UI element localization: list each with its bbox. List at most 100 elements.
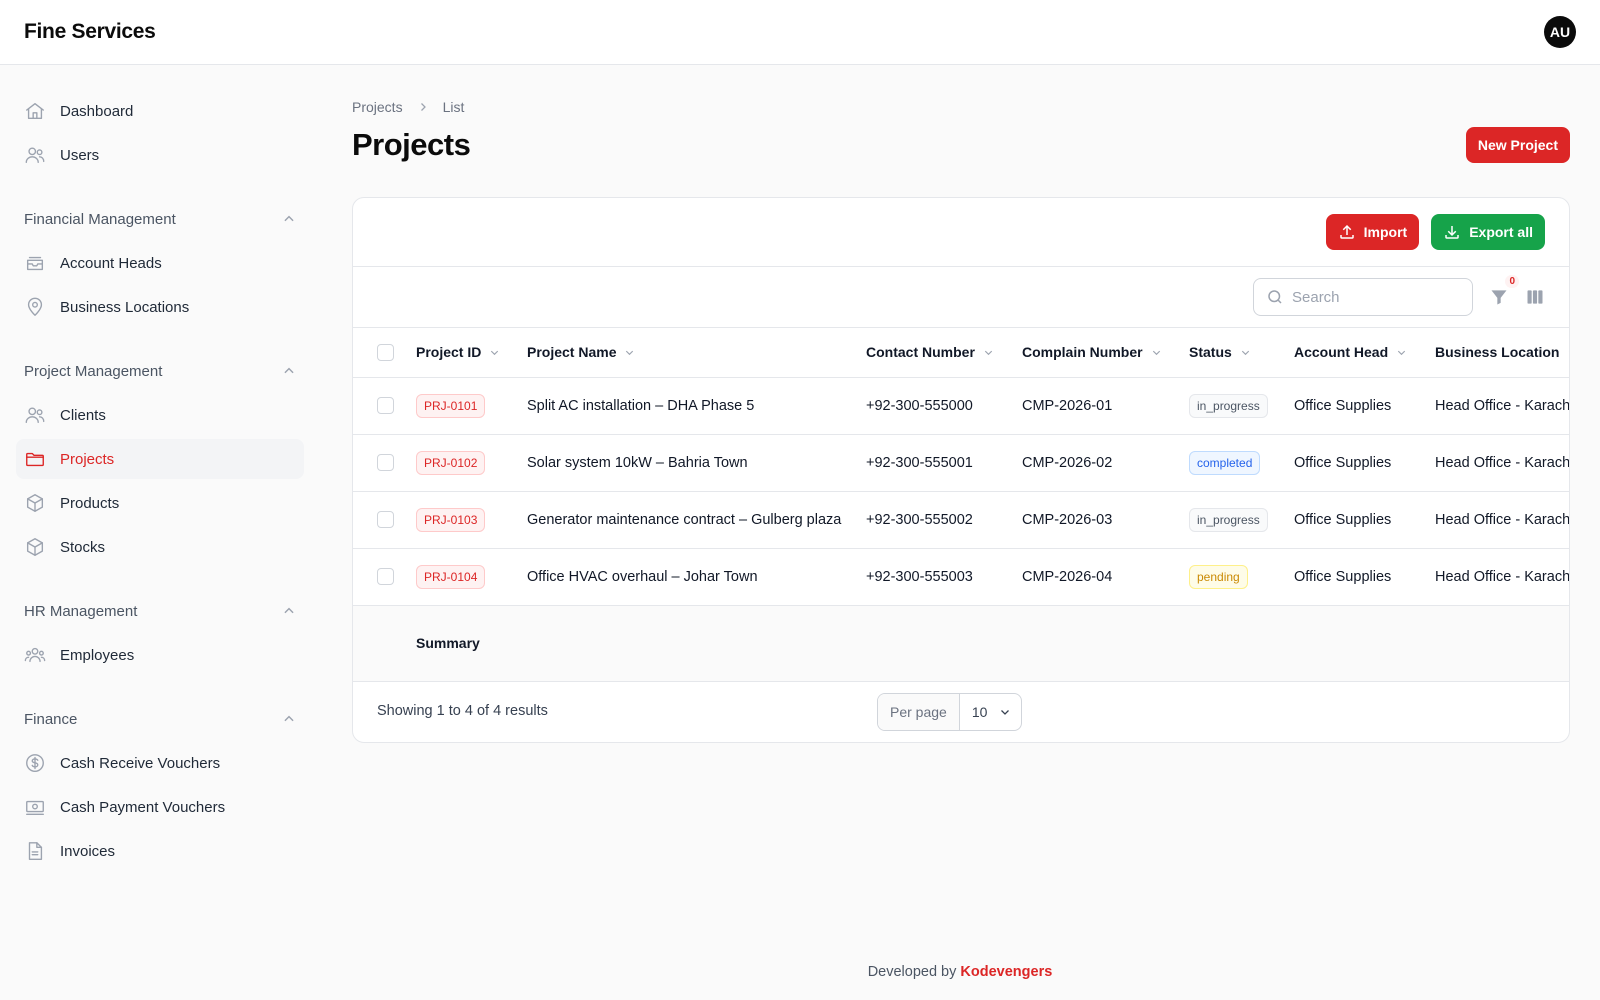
nav-icon-wrap bbox=[24, 644, 46, 666]
import-button[interactable]: Import bbox=[1325, 214, 1420, 250]
sidebar-item-products[interactable]: Products bbox=[16, 483, 304, 523]
sidebar-item-invoices[interactable]: Invoices bbox=[16, 831, 304, 871]
sidebar-group-label: HR Management bbox=[24, 602, 138, 620]
sidebar-item-users[interactable]: Users bbox=[16, 135, 304, 175]
sidebar-item-label: Products bbox=[60, 494, 120, 512]
export-label: Export all bbox=[1469, 224, 1533, 240]
table-toolbar: 0 bbox=[353, 267, 1569, 328]
column-toggle-button[interactable] bbox=[1525, 287, 1545, 307]
row-checkbox[interactable] bbox=[377, 454, 394, 471]
cube-icon bbox=[26, 538, 44, 556]
row-checkbox[interactable] bbox=[377, 568, 394, 585]
column-header-account-head[interactable]: Account Head bbox=[1294, 328, 1435, 378]
nav-icon-wrap bbox=[24, 252, 46, 274]
project-id-badge: PRJ-0104 bbox=[416, 564, 486, 589]
table-row[interactable]: PRJ-0104 Office HVAC overhaul – Johar Tow… bbox=[353, 548, 1569, 606]
sidebar-item-cash-receive-vouchers[interactable]: Cash Receive Vouchers bbox=[16, 743, 304, 783]
upload-icon bbox=[1339, 224, 1354, 239]
sidebar-item-projects[interactable]: Projects bbox=[16, 439, 304, 479]
filter-button[interactable]: 0 bbox=[1489, 275, 1519, 307]
columns-icon bbox=[1527, 290, 1543, 304]
sidebar-item-clients[interactable]: Clients bbox=[16, 395, 304, 435]
contact-number-cell: +92-300-555001 bbox=[866, 434, 1022, 492]
main-content: Projects List Projects New Project Impor… bbox=[352, 65, 1570, 743]
complain-number-cell: CMP-2026-04 bbox=[1022, 548, 1189, 606]
sidebar-item-stocks[interactable]: Stocks bbox=[16, 527, 304, 567]
sidebar-item-cash-payment-vouchers[interactable]: Cash Payment Vouchers bbox=[16, 787, 304, 827]
breadcrumb-projects[interactable]: Projects bbox=[352, 99, 403, 115]
column-header-project-name[interactable]: Project Name bbox=[527, 328, 866, 378]
sidebar-item-employees[interactable]: Employees bbox=[16, 635, 304, 675]
card-header-actions: Import Export all bbox=[353, 198, 1569, 267]
sidebar-group-hr-management[interactable]: HR Management bbox=[16, 591, 304, 631]
breadcrumb-list: List bbox=[442, 99, 465, 115]
search-input[interactable] bbox=[1292, 288, 1452, 306]
banknotes-icon bbox=[26, 800, 44, 816]
status-badge: in_progress bbox=[1189, 393, 1268, 418]
column-header-label: Contact Number bbox=[866, 344, 975, 361]
column-header-label: Project Name bbox=[527, 344, 617, 361]
user-avatar[interactable]: AU bbox=[1544, 16, 1576, 48]
table-row[interactable]: PRJ-0102 Solar system 10kW – Bahria Town +… bbox=[353, 434, 1569, 492]
filter-icon bbox=[1491, 290, 1507, 305]
projects-table-card: Import Export all 0 bbox=[352, 197, 1570, 743]
footer-prefix: Developed by bbox=[867, 964, 961, 980]
sidebar-group-project-management[interactable]: Project Management bbox=[16, 351, 304, 391]
search-icon bbox=[1268, 290, 1282, 304]
row-checkbox[interactable] bbox=[377, 397, 394, 414]
sidebar-item-label: Stocks bbox=[60, 538, 106, 556]
sidebar-group-finance[interactable]: Finance bbox=[16, 699, 304, 739]
business-location-cell: Head Office - Karachi bbox=[1435, 377, 1569, 435]
import-label: Import bbox=[1363, 224, 1408, 240]
column-header-business-location[interactable]: Business Location bbox=[1435, 328, 1570, 378]
nav-icon-wrap bbox=[24, 796, 46, 818]
sidebar-item-business-locations[interactable]: Business Locations bbox=[16, 287, 304, 327]
inbox-stack-icon bbox=[26, 256, 44, 271]
table-row[interactable]: PRJ-0101 Split AC installation – DHA Phas… bbox=[353, 377, 1569, 435]
download-icon bbox=[1445, 226, 1459, 239]
column-header-label: Complain Number bbox=[1022, 344, 1143, 361]
brand-name[interactable]: Fine Services bbox=[24, 20, 156, 44]
title-row: Projects New Project bbox=[352, 123, 1570, 167]
chevron-up-icon bbox=[284, 367, 294, 374]
home-icon bbox=[26, 102, 44, 120]
project-id-badge: PRJ-0101 bbox=[416, 393, 486, 418]
project-name-cell: Office HVAC overhaul – Johar Town bbox=[527, 548, 866, 606]
business-location-cell: Head Office - Karachi bbox=[1435, 548, 1569, 606]
cube-icon bbox=[26, 494, 44, 512]
business-location-cell: Head Office - Karachi bbox=[1435, 434, 1569, 492]
export-all-button[interactable]: Export all bbox=[1431, 214, 1545, 250]
sidebar-item-label: Cash Payment Vouchers bbox=[60, 798, 226, 816]
nav-icon-wrap bbox=[24, 144, 46, 166]
folder-icon bbox=[26, 452, 44, 467]
sidebar-item-label: Clients bbox=[60, 406, 106, 424]
select-all-checkbox[interactable] bbox=[377, 343, 394, 361]
column-header-project-id[interactable]: Project ID bbox=[416, 328, 527, 378]
sort-chevron-icon bbox=[1567, 347, 1570, 358]
table-row[interactable]: PRJ-0103 Generator maintenance contract –… bbox=[353, 491, 1569, 549]
column-header-label: Status bbox=[1189, 344, 1232, 361]
new-project-button[interactable]: New Project bbox=[1465, 127, 1570, 163]
nav-icon-wrap bbox=[24, 404, 46, 426]
sidebar-item-account-heads[interactable]: Account Heads bbox=[16, 243, 304, 283]
map-pin-icon bbox=[27, 297, 43, 316]
complain-number-cell: CMP-2026-02 bbox=[1022, 434, 1189, 492]
sidebar-item-label: Users bbox=[60, 146, 100, 164]
per-page-select[interactable]: Per page 10 bbox=[877, 692, 1023, 731]
project-name-cell: Solar system 10kW – Bahria Town bbox=[527, 434, 866, 492]
chevron-down-icon bbox=[1001, 709, 1010, 715]
row-checkbox[interactable] bbox=[377, 511, 394, 528]
column-header-complain-number[interactable]: Complain Number bbox=[1022, 328, 1189, 378]
contact-number-cell: +92-300-555000 bbox=[866, 377, 1022, 435]
sidebar-item-dashboard[interactable]: Dashboard bbox=[16, 91, 304, 131]
top-bar: Fine Services AU bbox=[0, 0, 1600, 65]
column-header-contact-number[interactable]: Contact Number bbox=[866, 328, 1022, 378]
column-header-status[interactable]: Status bbox=[1189, 328, 1294, 378]
project-name-cell: Generator maintenance contract – Gulberg… bbox=[527, 491, 866, 549]
projects-table: Project ID Project Name Contact Number Comp… bbox=[353, 328, 1570, 606]
sidebar-group-financial-management[interactable]: Financial Management bbox=[16, 199, 304, 239]
column-header-label: Project ID bbox=[416, 344, 482, 361]
developer-link[interactable]: Kodevengers bbox=[960, 964, 1052, 980]
per-page-value[interactable]: 10 bbox=[960, 704, 1022, 720]
column-header-label: Account Head bbox=[1294, 344, 1389, 361]
